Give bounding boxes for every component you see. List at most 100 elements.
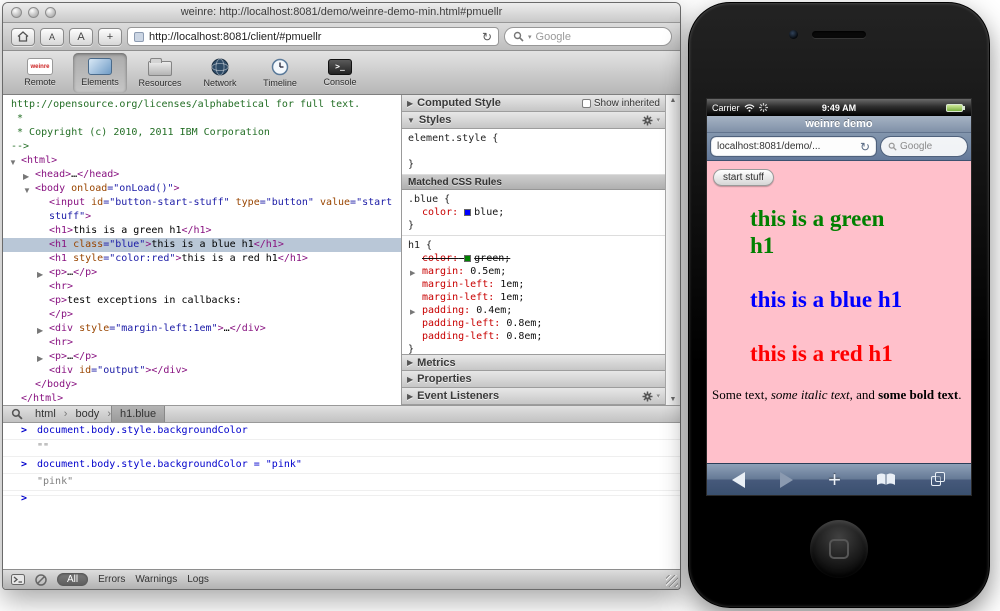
zoom-window-button[interactable]: [45, 7, 56, 18]
pages-icon[interactable]: [931, 472, 946, 487]
expand-arrow-icon[interactable]: ▼: [407, 116, 415, 125]
gear-icon[interactable]: [642, 391, 653, 402]
css-property[interactable]: margin-left: 1em;: [408, 291, 659, 304]
paragraph-segment: .: [958, 387, 961, 402]
css-property[interactable]: ▶padding: 0.4em;: [408, 304, 659, 317]
collapse-arrow-icon[interactable]: ▶: [407, 375, 413, 384]
tree-node[interactable]: </html>: [3, 392, 401, 405]
tree-node[interactable]: ▶<div style="margin-left:1em">…</div>: [3, 322, 401, 336]
tree-node[interactable]: <h1 style="color:red">this is a red h1</…: [3, 252, 401, 266]
tree-node[interactable]: stuff">: [3, 210, 401, 224]
tree-node[interactable]: ▶<p>…</p>: [3, 350, 401, 364]
tree-node[interactable]: <hr>: [3, 336, 401, 350]
styles-section-header[interactable]: ▼ Styles ▾: [402, 112, 665, 129]
event-listeners-section-header[interactable]: ▶ Event Listeners ▾: [402, 388, 665, 405]
resources-folder-icon: [148, 61, 172, 76]
close-window-button[interactable]: [11, 7, 22, 18]
window-resize-grip[interactable]: [666, 575, 678, 587]
tree-node[interactable]: </body>: [3, 378, 401, 392]
tree-node[interactable]: http://opensource.org/licenses/alphabeti…: [3, 98, 401, 112]
window-titlebar[interactable]: weinre: http://localhost:8081/demo/weinr…: [3, 3, 680, 23]
minimize-window-button[interactable]: [28, 7, 39, 18]
tree-node[interactable]: <p>test exceptions in callbacks:: [3, 294, 401, 308]
search-dom-icon[interactable]: [11, 408, 23, 420]
tree-node[interactable]: </p>: [3, 308, 401, 322]
bookmarks-book-icon[interactable]: [876, 473, 896, 487]
gear-menu-chevron-icon[interactable]: ▾: [656, 392, 660, 400]
forward-icon[interactable]: [780, 472, 793, 488]
phone-reload-icon[interactable]: ↻: [860, 140, 870, 154]
css-property[interactable]: padding-left: 0.8em;: [408, 330, 659, 343]
console-toggle-icon[interactable]: [11, 574, 25, 585]
css-property[interactable]: margin-left: 1em;: [408, 278, 659, 291]
styles-sidebar: ▶ Computed Style Show inherited ▼ Styles…: [402, 95, 665, 405]
collapse-arrow-icon[interactable]: ▶: [407, 392, 413, 401]
toolbar-button-remote[interactable]: weinre Remote: [13, 53, 67, 93]
collapse-arrow-icon[interactable]: ▶: [407, 99, 413, 108]
address-bar-url[interactable]: http://localhost:8081/client/#pmuellr: [149, 31, 477, 43]
tree-node[interactable]: <input id="button-start-stuff" type="but…: [3, 196, 401, 210]
home-button-physical[interactable]: [810, 520, 868, 578]
iphone-device: Carrier 9:49 AM weinre demo localhost:80…: [688, 2, 990, 608]
back-icon[interactable]: [732, 472, 745, 488]
tree-node[interactable]: ▶<head>…</head>: [3, 168, 401, 182]
css-property[interactable]: padding-left: 0.8em;: [408, 317, 659, 330]
window-title: weinre: http://localhost:8081/demo/weinr…: [181, 6, 503, 18]
start-stuff-button[interactable]: start stuff: [713, 169, 774, 186]
add-bookmark-icon[interactable]: +: [828, 469, 841, 491]
computed-style-header[interactable]: ▶ Computed Style Show inherited: [402, 95, 665, 112]
gear-icon[interactable]: [642, 115, 653, 126]
tree-node[interactable]: -->: [3, 140, 401, 154]
toolbar-button-elements[interactable]: Elements: [73, 53, 127, 93]
toolbar-button-resources[interactable]: Resources: [133, 53, 187, 93]
css-property[interactable]: color: green;: [408, 252, 659, 265]
home-icon: [17, 31, 29, 42]
css-property[interactable]: color: blue;: [408, 206, 659, 219]
tree-node[interactable]: * Copyright (c) 2010, 2011 IBM Corporati…: [3, 126, 401, 140]
tree-node[interactable]: <hr>: [3, 280, 401, 294]
console-log[interactable]: >document.body.style.backgroundColor"">d…: [3, 423, 680, 569]
search-engine-chevron-icon[interactable]: ▾: [528, 33, 532, 41]
tree-node[interactable]: ▼<html>: [3, 154, 401, 168]
breadcrumb: html › body › h1.blue: [3, 405, 680, 423]
address-bar[interactable]: http://localhost:8081/client/#pmuellr ↻: [127, 27, 499, 46]
show-inherited-checkbox[interactable]: [582, 99, 591, 108]
tree-node[interactable]: ▶<p>…</p>: [3, 266, 401, 280]
clear-console-icon[interactable]: [35, 574, 47, 586]
breadcrumb-item-h1-blue[interactable]: h1.blue: [111, 406, 165, 422]
filter-warnings[interactable]: Warnings: [135, 574, 177, 585]
new-tab-button[interactable]: +: [98, 28, 122, 46]
font-decrease-button[interactable]: A: [40, 28, 64, 46]
home-button[interactable]: [11, 28, 35, 46]
metrics-section-header[interactable]: ▶ Metrics: [402, 354, 665, 371]
filter-all[interactable]: All: [57, 573, 88, 586]
styles-scrollbar[interactable]: ▲ ▼: [665, 95, 680, 405]
console-input-line[interactable]: >: [3, 491, 680, 496]
console-terminal-icon: >_: [328, 59, 352, 75]
console-statusbar: All Errors Warnings Logs: [3, 569, 680, 589]
gear-menu-chevron-icon[interactable]: ▾: [656, 116, 660, 124]
toolbar-button-timeline[interactable]: Timeline: [253, 53, 307, 93]
tree-node[interactable]: <h1 class="blue">this is a blue h1</h1>: [3, 238, 401, 252]
breadcrumb-item-html[interactable]: html: [27, 406, 64, 422]
filter-errors[interactable]: Errors: [98, 574, 125, 585]
tree-node[interactable]: <h1>this is a green h1</h1>: [3, 224, 401, 238]
properties-section-header[interactable]: ▶ Properties: [402, 371, 665, 388]
filter-logs[interactable]: Logs: [187, 574, 209, 585]
scroll-up-arrow-icon[interactable]: ▲: [670, 97, 677, 104]
browser-search-field[interactable]: ▾ Google: [504, 27, 672, 46]
reload-icon[interactable]: ↻: [482, 30, 492, 44]
tree-node[interactable]: ▼<body onload="onLoad()">: [3, 182, 401, 196]
phone-address-field[interactable]: localhost:8081/demo/... ↻: [711, 137, 876, 156]
css-property[interactable]: ▶margin: 0.5em;: [408, 265, 659, 278]
toolbar-button-network[interactable]: Network: [193, 53, 247, 93]
collapse-arrow-icon[interactable]: ▶: [407, 358, 413, 367]
scroll-down-arrow-icon[interactable]: ▼: [670, 396, 677, 403]
phone-search-field[interactable]: Google: [881, 137, 967, 156]
elements-panel-icon: [88, 58, 112, 75]
tree-node[interactable]: *: [3, 112, 401, 126]
tree-node[interactable]: <div id="output"></div>: [3, 364, 401, 378]
font-increase-button[interactable]: A: [69, 28, 93, 46]
toolbar-button-console[interactable]: >_ Console: [313, 53, 367, 93]
breadcrumb-item-body[interactable]: body: [67, 406, 107, 422]
